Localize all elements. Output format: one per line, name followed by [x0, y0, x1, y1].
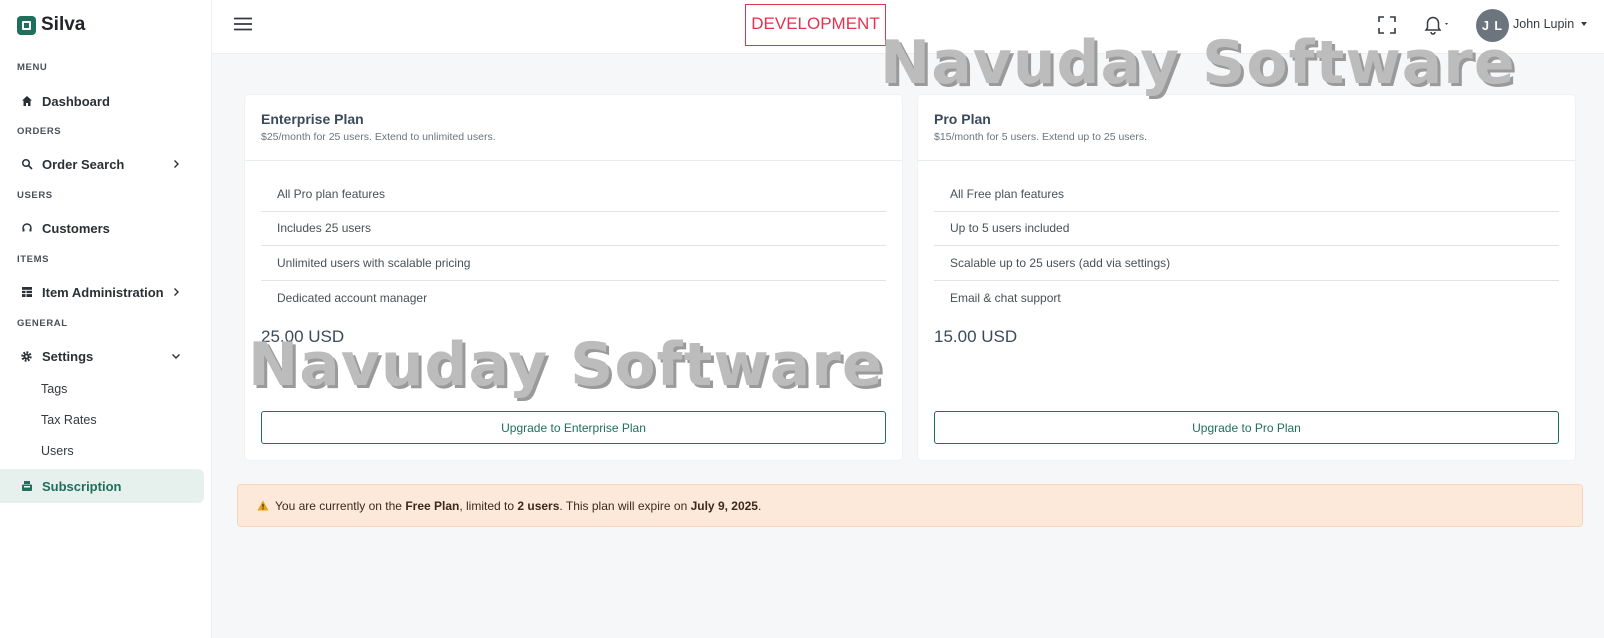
top-bar: DEVELOPMENT J L John Lupin: [212, 0, 1604, 54]
sidebar-item-label: Subscription: [42, 478, 122, 494]
plan-title: Enterprise Plan: [261, 111, 364, 127]
notifications-bell-icon[interactable]: [1423, 15, 1453, 35]
sidebar-item-item-administration[interactable]: Item Administration: [0, 275, 204, 309]
plan-card-header: Enterprise Plan $25/month for 25 users. …: [245, 95, 902, 161]
chevron-down-icon: [172, 354, 180, 359]
list-item: Includes 25 users: [261, 212, 886, 246]
sidebar-item-settings[interactable]: Settings: [0, 339, 204, 373]
alert-prefix: You are currently on the: [275, 498, 406, 513]
sidebar-item-label: Settings: [42, 348, 94, 364]
plan-card-header: Pro Plan $15/month for 5 users. Extend u…: [918, 95, 1575, 161]
sidebar-item-label: Order Search: [42, 156, 125, 172]
plan-title: Pro Plan: [934, 111, 991, 127]
home-icon: [20, 95, 33, 108]
list-item: Dedicated account manager: [277, 290, 428, 305]
sidebar-subitem-tax-rates[interactable]: Tax Rates: [41, 413, 97, 427]
section-label-general: GENERAL: [17, 318, 68, 329]
plan-card-enterprise: Enterprise Plan $25/month for 25 users. …: [245, 95, 902, 460]
section-label-orders: ORDERS: [17, 126, 62, 137]
sidebar-item-label: Item Administration: [42, 284, 164, 300]
brand-logo-icon: [17, 15, 36, 35]
alert-text: You are currently on the Free Plan, limi…: [275, 499, 761, 513]
sidebar-item-label: Dashboard: [42, 93, 110, 109]
table-icon: [20, 286, 33, 299]
avatar[interactable]: J L: [1476, 9, 1509, 42]
alert-user-limit: 2 users: [517, 498, 560, 513]
warning-icon: [257, 500, 269, 511]
section-label-users: USERS: [17, 190, 53, 201]
plan-price: 15.00 USD: [934, 327, 1018, 346]
environment-badge: DEVELOPMENT: [745, 4, 886, 46]
plan-description: $25/month for 25 users. Extend to unlimi…: [261, 131, 496, 143]
user-menu-name[interactable]: John Lupin: [1513, 17, 1574, 31]
sidebar-subitem-users[interactable]: Users: [41, 444, 74, 458]
gear-icon: [20, 350, 33, 363]
list-item: Up to 5 users included: [934, 212, 1559, 246]
list-item: All Pro plan features: [261, 177, 886, 212]
upgrade-pro-button[interactable]: Upgrade to Pro Plan: [934, 411, 1559, 444]
list-item: Email & chat support: [950, 290, 1061, 305]
list-item: Scalable up to 25 users (add via setting…: [934, 246, 1559, 281]
headset-icon: [20, 222, 33, 235]
search-icon: [20, 158, 33, 171]
chevron-right-icon: [174, 288, 179, 296]
brand[interactable]: Silva: [0, 0, 211, 50]
section-label-menu: MENU: [17, 62, 48, 73]
sidebar-item-label: Customers: [42, 220, 110, 236]
sidebar-item-order-search[interactable]: Order Search: [0, 147, 204, 181]
fullscreen-icon[interactable]: [1378, 16, 1396, 34]
plan-description: $15/month for 5 users. Extend up to 25 u…: [934, 131, 1148, 143]
sidebar-item-customers[interactable]: Customers: [0, 211, 204, 245]
plan-card-pro: Pro Plan $15/month for 5 users. Extend u…: [918, 95, 1575, 460]
plan-feature-list: All Pro plan features Includes 25 users …: [261, 177, 886, 315]
plan-feature-list: All Free plan features Up to 5 users inc…: [934, 177, 1559, 315]
sidebar: Silva MENU Dashboard ORDERS Order Search…: [0, 0, 212, 638]
list-item: All Free plan features: [934, 177, 1559, 212]
alert-plan-name: Free Plan: [405, 498, 460, 513]
plan-price: 25.00 USD: [261, 327, 345, 346]
list-item: Unlimited users with scalable pricing: [261, 246, 886, 281]
sidebar-item-subscription[interactable]: Subscription: [0, 469, 204, 503]
cash-register-icon: [20, 480, 33, 493]
hamburger-menu-icon[interactable]: [234, 17, 252, 31]
alert-end: .: [757, 498, 762, 513]
current-plan-alert: You are currently on the Free Plan, limi…: [237, 484, 1583, 527]
alert-expiry-date: July 9, 2025: [690, 498, 758, 513]
alert-suffix: . This plan will expire on: [559, 498, 691, 513]
alert-middle: , limited to: [459, 498, 518, 513]
sidebar-subitem-tags[interactable]: Tags: [41, 382, 67, 396]
caret-down-icon[interactable]: [1581, 22, 1587, 26]
chevron-right-icon: [174, 160, 179, 168]
section-label-items: ITEMS: [17, 254, 50, 265]
upgrade-enterprise-button[interactable]: Upgrade to Enterprise Plan: [261, 411, 886, 444]
sidebar-item-dashboard[interactable]: Dashboard: [0, 84, 204, 118]
brand-name: Silva: [41, 14, 86, 35]
